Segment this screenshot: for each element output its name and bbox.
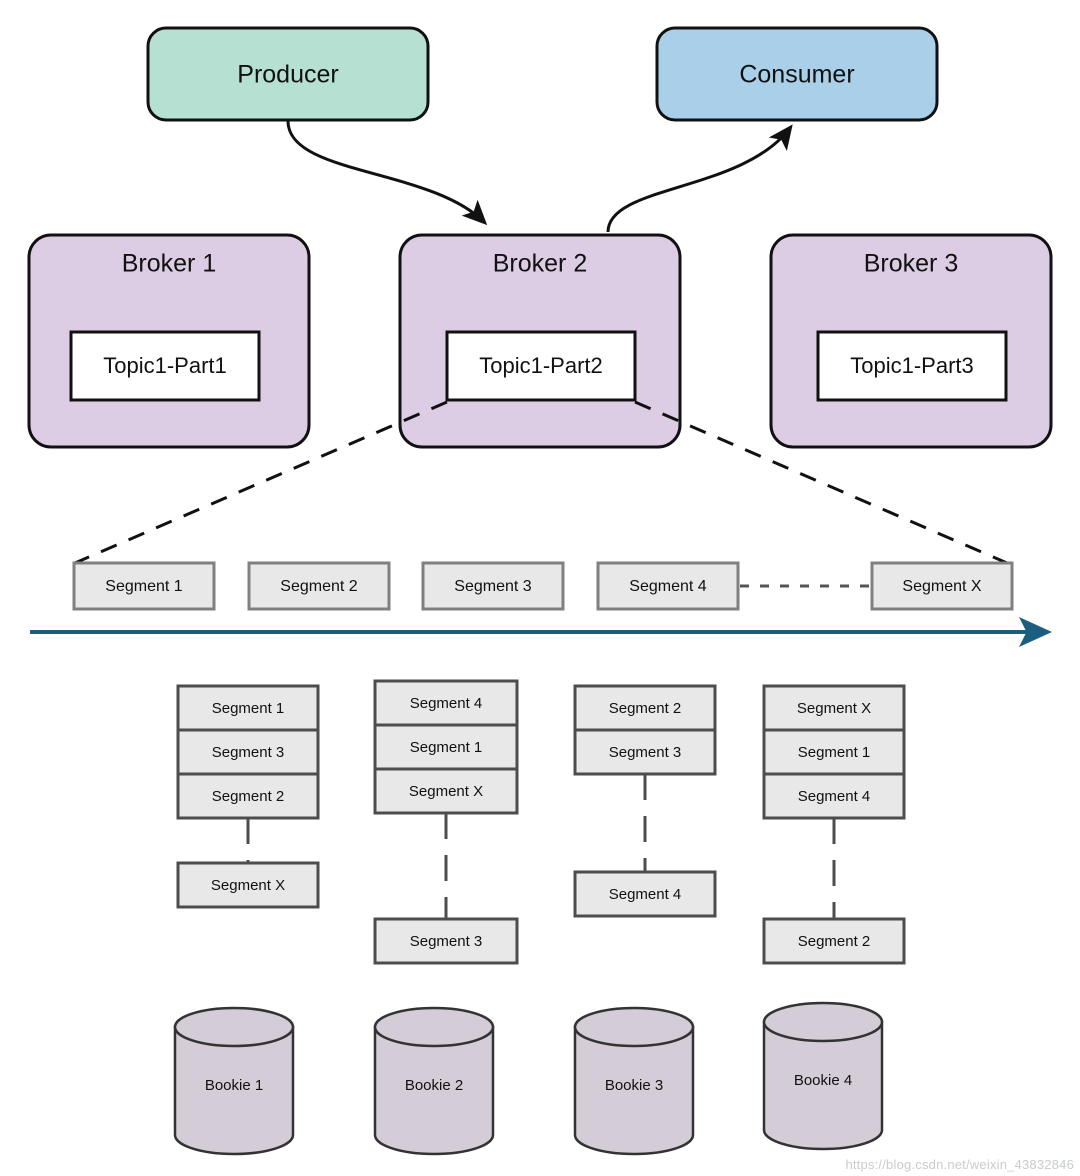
diagram-svg: Producer Consumer Broker 1 Topic1-Part1 …: [27, 26, 1053, 1156]
partition-label-1: Topic1-Part1: [103, 353, 227, 378]
detached-segment-4[interactable]: Segment 2: [762, 917, 906, 965]
detached-segment-1[interactable]: Segment X: [176, 861, 320, 909]
bookie-cylinder-4[interactable]: Bookie 4: [762, 1001, 884, 1151]
detached-segment-2[interactable]: Segment 3: [373, 917, 519, 965]
broker-node-2[interactable]: Broker 2 Topic1-Part2: [398, 233, 682, 449]
stack-label-2-1: Segment 4: [410, 695, 483, 712]
timeline-segment-label-1: Segment 1: [105, 578, 182, 595]
stack-label-4-3: Segment 4: [798, 788, 871, 805]
timeline-segment-x[interactable]: Segment X: [870, 561, 1014, 611]
bookie-column-3: Segment 2 Segment 3 Segment 4 Bookie 3: [573, 684, 717, 1156]
segment-stack-4: Segment X Segment 1 Segment 4: [762, 684, 906, 820]
detached-segment-3[interactable]: Segment 4: [573, 870, 717, 918]
bookie-column-2: Segment 4 Segment 1 Segment X Segment 3 …: [373, 679, 519, 1156]
producer-label: Producer: [237, 61, 338, 89]
stack-label-1-3: Segment 2: [212, 788, 285, 805]
stack-label-3-2: Segment 3: [609, 744, 682, 761]
bookie-top-1: [173, 1006, 295, 1048]
diagram-canvas: Producer Consumer Broker 1 Topic1-Part1 …: [0, 0, 1080, 1176]
bookie-cylinder-1[interactable]: Bookie 1: [173, 1006, 295, 1156]
bookie-label-3: Bookie 3: [605, 1077, 663, 1094]
stack-label-1-2: Segment 3: [212, 744, 285, 761]
timeline-segment-label-4: Segment 4: [629, 578, 706, 595]
stack-label-4-2: Segment 1: [798, 744, 871, 761]
broker-node-3[interactable]: Broker 3 Topic1-Part3: [769, 233, 1053, 449]
bookie-top-3: [573, 1006, 695, 1048]
bookie-top-2: [373, 1006, 495, 1048]
detached-label-1: Segment X: [211, 877, 285, 894]
segment-timeline: Segment 1 Segment 2 Segment 3 Segment 4 …: [72, 561, 1014, 611]
stack-label-4-1: Segment X: [797, 700, 871, 717]
timeline-segment-label-3: Segment 3: [454, 578, 531, 595]
stack-label-1-1: Segment 1: [212, 700, 285, 717]
bookie-cylinder-3[interactable]: Bookie 3: [573, 1006, 695, 1156]
bookie-cylinder-2[interactable]: Bookie 2: [373, 1006, 495, 1156]
detached-label-2: Segment 3: [410, 933, 483, 950]
segment-stack-1: Segment 1 Segment 3 Segment 2: [176, 684, 320, 820]
timeline-segment-1[interactable]: Segment 1: [72, 561, 216, 611]
broker-label-2: Broker 2: [493, 250, 587, 278]
stack-label-2-3: Segment X: [409, 783, 483, 800]
bookie-label-1: Bookie 1: [205, 1077, 263, 1094]
consumer-node[interactable]: Consumer: [655, 26, 939, 122]
stack-label-2-2: Segment 1: [410, 739, 483, 756]
stack-label-3-1: Segment 2: [609, 700, 682, 717]
detached-label-3: Segment 4: [609, 886, 682, 903]
bookie-column-1: Segment 1 Segment 3 Segment 2 Segment X …: [173, 684, 320, 1156]
broker-label-1: Broker 1: [122, 250, 216, 278]
timeline-segment-3[interactable]: Segment 3: [421, 561, 565, 611]
partition-label-2: Topic1-Part2: [479, 353, 603, 378]
detached-label-4: Segment 2: [798, 933, 871, 950]
producer-to-broker-arrow: [286, 120, 488, 226]
consumer-label: Consumer: [739, 61, 854, 89]
watermark-text: https://blog.csdn.net/weixin_43832846: [845, 1157, 1074, 1172]
timeline-segment-label-2: Segment 2: [280, 578, 357, 595]
broker-label-3: Broker 3: [864, 250, 958, 278]
bookie-label-2: Bookie 2: [405, 1077, 463, 1094]
timeline-segment-label-x: Segment X: [902, 578, 981, 595]
partition-label-3: Topic1-Part3: [850, 353, 974, 378]
timeline-segment-4[interactable]: Segment 4: [596, 561, 740, 611]
broker-node-1[interactable]: Broker 1 Topic1-Part1: [27, 233, 311, 449]
segment-stack-3: Segment 2 Segment 3: [573, 684, 717, 776]
bookie-top-4: [762, 1001, 884, 1043]
broker-to-consumer-arrow: [606, 124, 793, 233]
bookie-column-4: Segment X Segment 1 Segment 4 Segment 2 …: [762, 684, 906, 1151]
timeline-segment-2[interactable]: Segment 2: [247, 561, 391, 611]
bookie-label-4: Bookie 4: [794, 1072, 852, 1089]
segment-stack-2: Segment 4 Segment 1 Segment X: [373, 679, 519, 815]
producer-node[interactable]: Producer: [146, 26, 430, 122]
